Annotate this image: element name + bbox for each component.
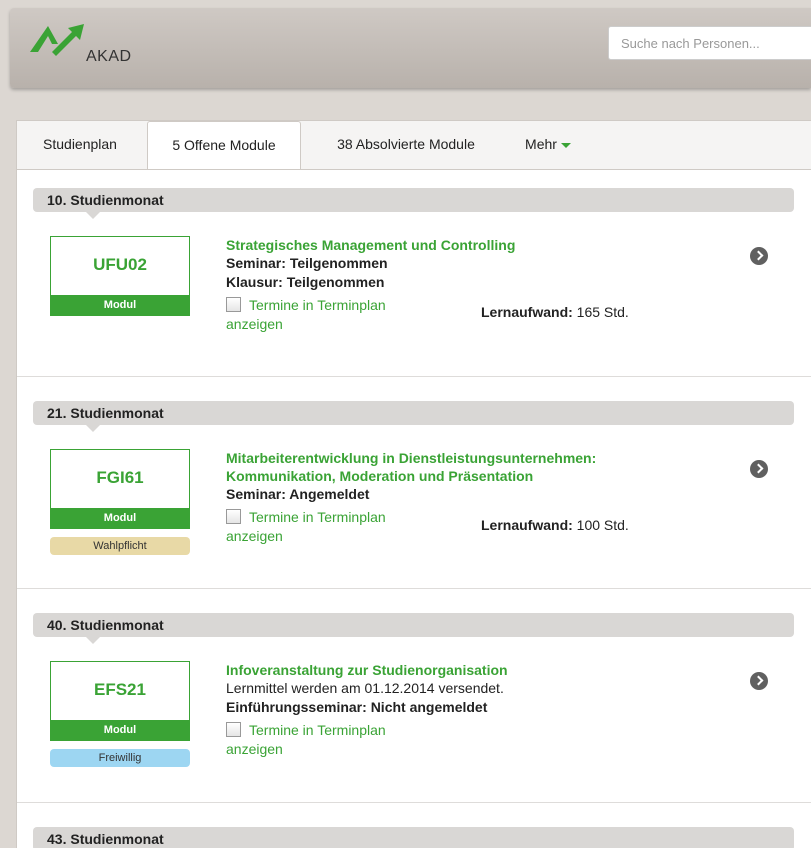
tab-label: 5 Offene Module [172,137,276,153]
month-header: 43. Studienmonat [33,827,794,848]
divider [17,376,811,377]
chevron-right-icon[interactable] [750,672,768,690]
termine-checkbox[interactable] [226,297,241,312]
module-tile[interactable]: UFU02 Modul [50,236,190,316]
lernaufwand: Lernaufwand: 100 Std. [481,517,629,533]
chevron-right-icon[interactable] [750,460,768,478]
termine-checkbox[interactable] [226,722,241,737]
search-input[interactable] [608,26,811,60]
module-code: EFS21 [94,680,146,699]
module-type-label: Modul [51,508,189,528]
status-line: Seminar: Teilgenommen [226,255,388,271]
termine-option[interactable]: Termine in Terminplan anzeigen [226,296,456,334]
lernaufwand-value: 165 Std. [576,304,629,320]
module-title-link[interactable]: Infoveranstaltung zur Studienorganisatio… [226,661,726,679]
termine-checkbox[interactable] [226,509,241,524]
freiwillig-badge: Freiwillig [50,749,190,767]
termine-label-cont: anzeigen [226,741,283,757]
status-line: Einführungsseminar: Nicht angemeldet [226,699,488,715]
lernaufwand-value: 100 Std. [576,517,629,533]
akad-logo[interactable]: AKAD [28,22,138,74]
note-line: Lernmittel werden am 01.12.2014 versende… [226,680,504,696]
status-line: Klausur: Teilgenommen [226,274,385,290]
lernaufwand-label: Lernaufwand: [481,304,573,320]
wahlpflicht-badge: Wahlpflicht [50,537,190,555]
module-info: Mitarbeiterentwicklung in Dienstleistung… [226,449,706,546]
logo-text: AKAD [86,48,132,65]
module-info: Infoveranstaltung zur Studienorganisatio… [226,661,726,759]
tab-label: Mehr [525,136,557,152]
module-title-link[interactable]: Strategisches Management und Controlling [226,236,726,254]
termine-label-cont: anzeigen [226,528,283,544]
tab-bar: Studienplan 5 Offene Module 38 Absolvier… [17,121,811,171]
module-title-link[interactable]: Mitarbeiterentwicklung in Dienstleistung… [226,449,706,485]
tab-offene-module[interactable]: 5 Offene Module [147,121,301,171]
month-header: 40. Studienmonat [33,613,794,637]
month-notch [86,637,100,644]
termine-label: Termine in Terminplan [249,297,386,313]
module-list: 10. Studienmonat UFU02 Modul Strategisch… [17,169,811,848]
module-info: Strategisches Management und Controlling… [226,236,726,334]
module-type-label: Modul [51,295,189,315]
module-code: UFU02 [93,255,147,274]
caret-down-icon [560,142,571,148]
main-panel: Studienplan 5 Offene Module 38 Absolvier… [16,120,811,848]
divider [17,588,811,589]
module-tile[interactable]: FGI61 Modul [50,449,190,529]
module-type-label: Modul [51,720,189,740]
month-header: 21. Studienmonat [33,401,794,425]
chevron-right-icon[interactable] [750,247,768,265]
module-code: FGI61 [96,468,144,487]
month-notch [86,425,100,432]
module-tile[interactable]: EFS21 Modul [50,661,190,741]
tab-label: Studienplan [43,136,117,152]
termine-label: Termine in Terminplan [249,722,386,738]
month-header: 10. Studienmonat [33,188,794,212]
lernaufwand: Lernaufwand: 165 Std. [481,304,629,320]
tab-studienplan[interactable]: Studienplan [27,121,133,169]
tab-label: 38 Absolvierte Module [337,136,475,152]
top-bar: AKAD [10,8,811,88]
termine-label-cont: anzeigen [226,316,283,332]
logo-mark-icon [30,24,84,56]
lernaufwand-label: Lernaufwand: [481,517,573,533]
termine-option[interactable]: Termine in Terminplan anzeigen [226,721,456,759]
status-line: Seminar: Angemeldet [226,486,370,502]
divider [17,802,811,803]
termine-option[interactable]: Termine in Terminplan anzeigen [226,508,456,546]
tab-absolvierte-module[interactable]: 38 Absolvierte Module [317,121,495,169]
month-notch [86,212,100,219]
tab-mehr[interactable]: Mehr [513,121,583,169]
termine-label: Termine in Terminplan [249,509,386,525]
